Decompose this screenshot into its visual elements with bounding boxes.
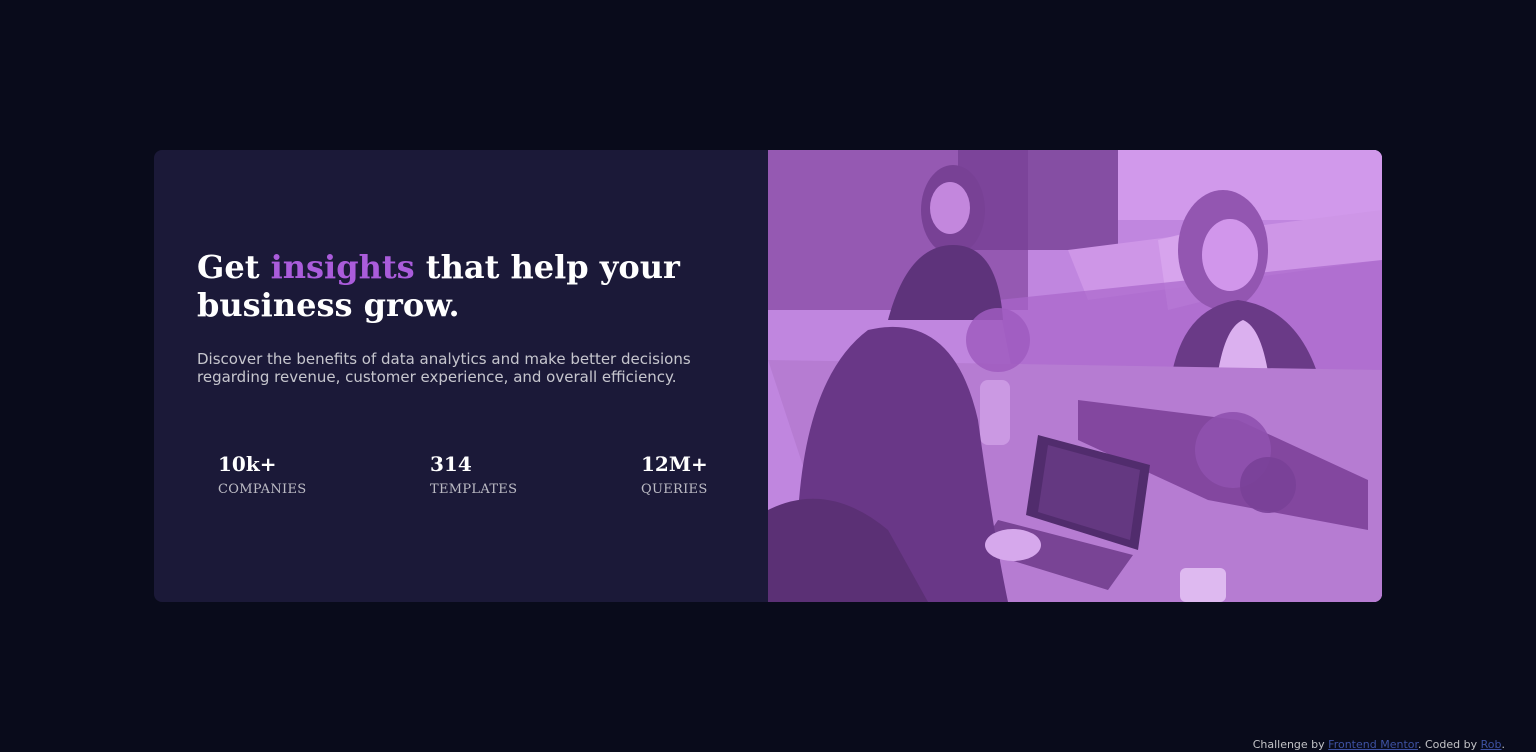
description: Discover the benefits of data analytics … — [197, 350, 691, 386]
stat-label: QUERIES — [641, 482, 708, 497]
stat-label: TEMPLATES — [430, 482, 518, 497]
headline: Get insights that help your business gro… — [197, 248, 737, 324]
attribution-prefix: Challenge by — [1252, 738, 1329, 751]
stat-value: 314 — [430, 452, 472, 476]
office-photo-illustration — [768, 150, 1382, 602]
headline-start: Get — [197, 248, 271, 286]
stats-row: 10k+ COMPANIES 314 TEMPLATES 12M+ QUERIE… — [218, 452, 738, 512]
attribution-middle: . Coded by — [1418, 738, 1481, 751]
stat-value: 10k+ — [218, 452, 277, 476]
headline-accent: insights — [270, 248, 415, 286]
author-link[interactable]: Rob — [1481, 738, 1502, 751]
office-photo — [768, 150, 1382, 602]
stat-templates: 314 TEMPLATES — [430, 452, 517, 498]
photo-tint — [768, 150, 1382, 602]
frontend-mentor-link[interactable]: Frontend Mentor — [1328, 738, 1418, 751]
stat-queries: 12M+ QUERIES — [641, 452, 708, 498]
attribution: Challenge by Frontend Mentor. Coded by R… — [1253, 738, 1505, 752]
card-content: Get insights that help your business gro… — [154, 150, 768, 602]
stat-value: 12M+ — [641, 452, 708, 476]
stat-label: COMPANIES — [218, 482, 307, 497]
attribution-suffix: . — [1501, 738, 1506, 751]
stat-companies: 10k+ COMPANIES — [218, 452, 306, 498]
stats-preview-card: Get insights that help your business gro… — [154, 150, 1382, 602]
